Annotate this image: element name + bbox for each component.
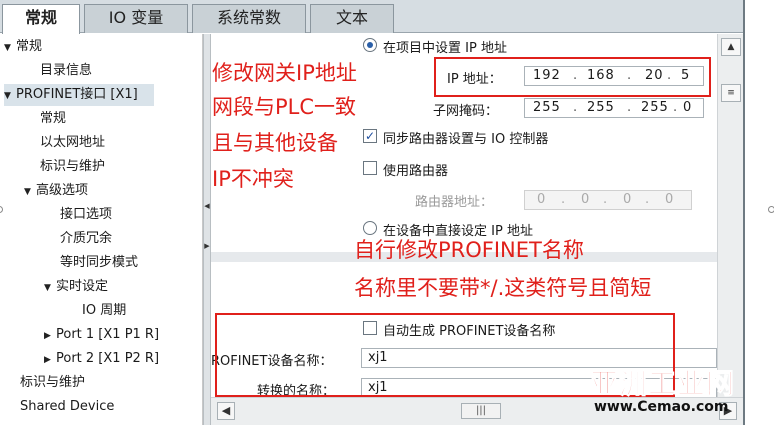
subnet-octet-4: 0 xyxy=(683,100,693,115)
tree-item-realtime-settings[interactable]: ▼ 实时设定 xyxy=(44,276,108,298)
router-separator: . xyxy=(603,192,608,207)
tab-general[interactable]: 常规 xyxy=(2,4,80,34)
watermark-logo: 亚洲工业网 xyxy=(589,367,736,401)
expand-down-icon[interactable]: ▼ xyxy=(4,37,16,59)
tab-bar: 常规 IO 变量 系统常数 文本 xyxy=(0,0,744,34)
expand-right-icon[interactable]: ▶ xyxy=(44,349,56,371)
expand-down-icon[interactable]: ▼ xyxy=(44,277,56,299)
router-address-label: 路由器地址： xyxy=(415,195,494,210)
router-separator: . xyxy=(561,192,566,207)
tab-io-tags[interactable]: IO 变量 xyxy=(84,4,188,33)
annotation-line: 名称里不要带*/.这类符号且简短 xyxy=(354,276,652,300)
set-ip-in-project-label: 在项目中设置 IP 地址 xyxy=(383,41,507,56)
annotation-line: 修改网关IP地址 xyxy=(212,61,357,85)
subnet-separator: . xyxy=(627,100,633,115)
tree-item-isochronous-mode[interactable]: 等时同步模式 xyxy=(60,252,138,274)
tree-item-interface-options[interactable]: 接口选项 xyxy=(60,204,112,226)
set-ip-on-device-radio[interactable] xyxy=(363,221,377,235)
tree-item-ethernet-addresses[interactable]: 以太网地址 xyxy=(40,132,105,154)
subnet-octet-2: 255 xyxy=(587,100,615,115)
tree-item-catalog-info[interactable]: 目录信息 xyxy=(40,60,92,82)
router-octet-1: 0 xyxy=(537,192,546,207)
tree-item-identification[interactable]: 标识与维护 xyxy=(40,156,105,178)
sync-router-label: 同步路由器设置与 IO 控制器 xyxy=(383,132,549,147)
sync-router-checkbox[interactable]: ✓ xyxy=(363,129,377,143)
tree-item-media-redundancy[interactable]: 介质冗余 xyxy=(60,228,112,250)
tree-item-advanced-options[interactable]: ▼ 高级选项 xyxy=(24,180,88,202)
subnet-separator: . xyxy=(573,100,579,115)
window-edge xyxy=(743,0,774,425)
router-octet-2: 0 xyxy=(581,192,590,207)
ip-highlight-box xyxy=(434,57,711,97)
collapse-left-icon[interactable]: ◀ xyxy=(204,202,210,210)
vertical-scrollbar[interactable]: ▲ ≡ xyxy=(717,34,743,397)
router-address-field[interactable]: 0 . 0 . 0 . 0 xyxy=(524,190,692,210)
watermark-url: www.Cemao.com xyxy=(594,399,729,415)
expand-right-icon[interactable]: ▶ xyxy=(44,325,56,347)
tree-item-port-1[interactable]: ▶ Port 1 [X1 P1 R] xyxy=(44,324,159,346)
tree-item-general[interactable]: ▼ 常规 xyxy=(4,36,42,58)
expand-right-icon[interactable]: ▶ xyxy=(204,242,210,250)
expand-down-icon[interactable]: ▼ xyxy=(24,181,36,203)
subnet-octet-1: 255 xyxy=(533,100,561,115)
scroll-thumb[interactable]: ≡ xyxy=(721,84,741,102)
tab-system-constants[interactable]: 系统常数 xyxy=(192,4,306,33)
tree-item-profinet-interface[interactable]: ▼ PROFINET接口 [X1] xyxy=(4,84,154,106)
subnet-separator: . xyxy=(673,100,679,115)
tree-item-interface-general[interactable]: 常规 xyxy=(40,108,66,130)
use-router-checkbox[interactable] xyxy=(363,161,377,175)
set-ip-in-project-radio[interactable] xyxy=(363,38,377,52)
horizontal-scroll-thumb[interactable]: ||| xyxy=(461,403,501,419)
resize-handle-icon[interactable] xyxy=(768,206,774,213)
annotation-line: 且与其他设备 xyxy=(212,131,338,155)
tree-item-shared-device[interactable]: Shared Device xyxy=(20,396,114,418)
expand-down-icon[interactable]: ▼ xyxy=(4,85,16,107)
tree-item-identification-maintenance[interactable]: 标识与维护 xyxy=(20,372,85,394)
subnet-octet-3: 255 xyxy=(641,100,669,115)
properties-window: 常规 IO 变量 系统常数 文本 ▼ 常规 目录信息 ▼ PROFINET接口 [X… xyxy=(0,0,774,425)
tab-texts[interactable]: 文本 xyxy=(310,4,394,33)
tree-item-io-cycle[interactable]: IO 周期 xyxy=(82,300,126,322)
subnet-mask-label: 子网掩码： xyxy=(433,104,499,119)
use-router-label: 使用路由器 xyxy=(383,164,449,179)
router-octet-3: 0 xyxy=(623,192,632,207)
annotation-line: 自行修改PROFINET名称 xyxy=(354,238,584,262)
scroll-left-icon[interactable]: ◀ xyxy=(217,402,235,420)
pane-splitter[interactable]: ◀ ▶ xyxy=(203,34,211,425)
tree-item-port-2[interactable]: ▶ Port 2 [X1 P2 R] xyxy=(44,348,159,370)
router-separator: . xyxy=(645,192,650,207)
router-octet-4: 0 xyxy=(665,192,674,207)
scroll-up-icon[interactable]: ▲ xyxy=(721,38,741,56)
annotation-line: 网段与PLC一致 xyxy=(212,95,357,119)
navigation-tree: ▼ 常规 目录信息 ▼ PROFINET接口 [X1] 常规 以太网地址 标识与维护… xyxy=(0,34,203,425)
annotation-line: IP不冲突 xyxy=(212,167,294,191)
subnet-mask-field[interactable]: 255 . 255 . 255 . 0 xyxy=(524,98,704,118)
